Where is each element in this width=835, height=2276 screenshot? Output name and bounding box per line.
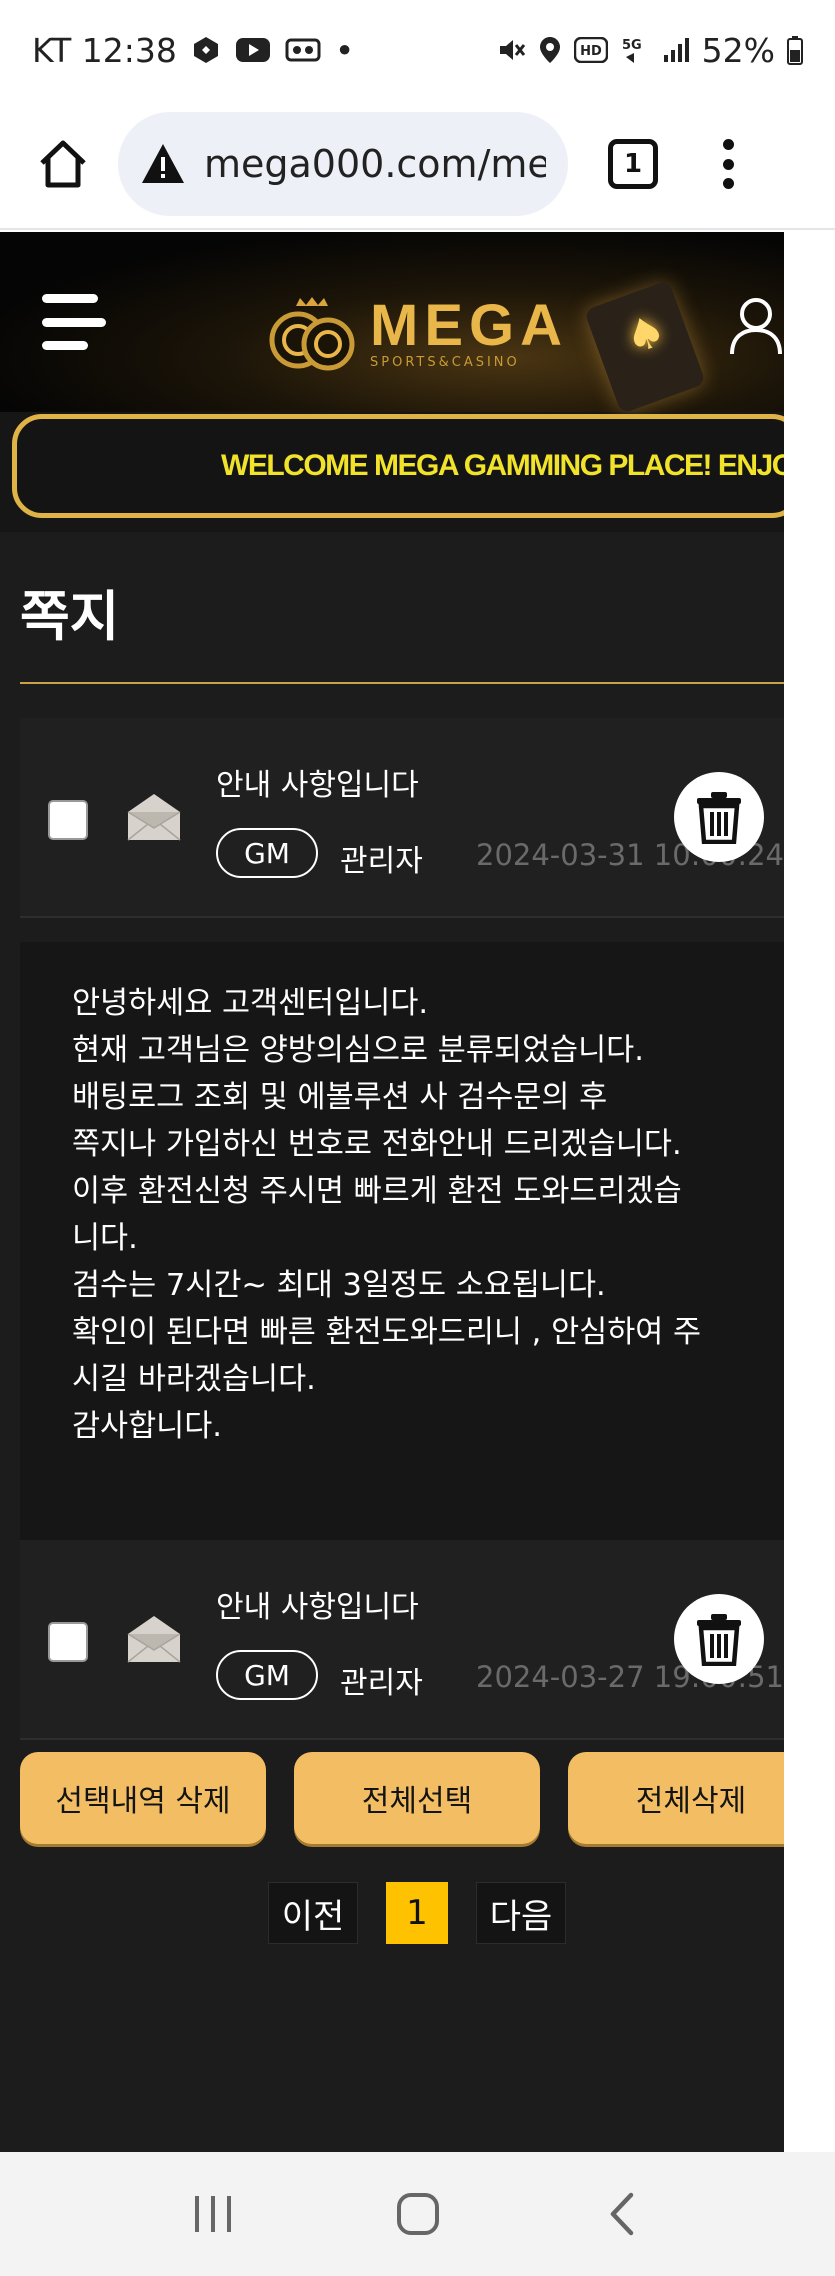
message-sender: 관리자 — [340, 1666, 423, 1701]
hd-icon: HD — [573, 37, 608, 63]
notification-icon — [191, 35, 221, 65]
battery-icon — [787, 35, 803, 65]
message-line: 현재 고객님은 양방의심으로 분류되었습니다. — [72, 1033, 644, 1068]
message-checkbox[interactable] — [48, 1622, 88, 1662]
open-envelope-icon — [127, 794, 181, 841]
home-button[interactable] — [28, 129, 98, 199]
mute-icon — [496, 35, 526, 65]
system-nav-bar — [0, 2152, 835, 2276]
battery-percent: 52% — [701, 30, 775, 70]
message-row[interactable]: 안내 사항입니다 GM 관리자 2024-03-27 19:00:51 — [20, 1540, 784, 1740]
trash-icon — [697, 1614, 741, 1666]
welcome-marquee: WELCOME MEGA GAMMING PLACE! ENJOY — [12, 414, 784, 518]
action-buttons: 선택내역 삭제 전체선택 전체삭제 — [20, 1752, 784, 1847]
status-bar: KT 12:38 • HD 5G 52% — [0, 0, 835, 100]
message-line: 니다. — [72, 1221, 138, 1256]
tab-count: 1 — [623, 149, 643, 179]
next-page-button[interactable]: 다음 — [476, 1882, 566, 1944]
message-line: 배팅로그 조회 및 에볼루션 사 검수문의 후 — [72, 1080, 608, 1115]
status-dot: • — [334, 30, 355, 70]
network-5g-icon: 5G — [620, 35, 650, 65]
cast-icon — [285, 36, 321, 64]
current-page[interactable]: 1 — [386, 1882, 448, 1944]
message-line: 검수는 7시간~ 최대 3일정도 소요됩니다. — [72, 1268, 606, 1303]
card-decoration-icon — [583, 279, 707, 415]
user-account-icon[interactable] — [728, 296, 784, 356]
home-nav-button[interactable] — [388, 2184, 448, 2244]
message-line: 이후 환전신청 주시면 빠르게 환전 도와드리겠습 — [72, 1174, 682, 1209]
message-body: 안녕하세요 고객센터입니다. 현재 고객님은 양방의심으로 분류되었습니다. 배… — [20, 942, 784, 1552]
pagination: 이전 1 다음 — [0, 1882, 784, 1944]
message-sender: 관리자 — [340, 844, 423, 879]
delete-message-button[interactable] — [674, 1594, 764, 1684]
open-envelope-icon — [127, 1616, 181, 1663]
hamburger-menu-button[interactable] — [42, 294, 106, 350]
delete-message-button[interactable] — [674, 772, 764, 862]
prev-page-button[interactable]: 이전 — [268, 1882, 358, 1944]
marquee-text: WELCOME MEGA GAMMING PLACE! ENJOY — [221, 449, 784, 482]
hamburger-line — [42, 294, 98, 303]
site-header: MEGA SPORTS&CASINO — [0, 232, 784, 415]
tab-switcher-button[interactable]: 1 — [608, 139, 658, 189]
menu-dot-icon — [722, 178, 734, 189]
carrier-time: KT 12:38 — [32, 30, 177, 70]
svg-text:HD: HD — [580, 44, 602, 59]
menu-dot-icon — [722, 158, 734, 170]
select-all-button[interactable]: 전체선택 — [294, 1752, 540, 1844]
message-line: 안녕하세요 고객센터입니다. — [72, 986, 429, 1021]
message-line: 시길 바라겠습니다. — [72, 1362, 316, 1397]
signal-icon — [662, 37, 690, 63]
title-divider — [20, 682, 784, 684]
casino-chips-icon — [266, 296, 362, 372]
address-bar[interactable]: mega000.com/mes — [118, 112, 568, 216]
location-icon — [538, 35, 562, 65]
message-row[interactable]: 안내 사항입니다 GM 관리자 2024-03-31 10:00:24 — [20, 718, 784, 918]
menu-dot-icon — [722, 139, 734, 150]
hamburger-line — [42, 341, 88, 350]
message-line: 확인이 된다면 빠른 환전도와드리니 , 안심하여 주 — [72, 1315, 702, 1350]
page-title: 쪽지 — [20, 585, 120, 648]
site-logo[interactable]: MEGA SPORTS&CASINO — [266, 296, 568, 372]
back-button[interactable] — [593, 2184, 653, 2244]
browser-menu-button[interactable] — [718, 139, 738, 189]
page-edge — [784, 232, 835, 2152]
hamburger-line — [42, 317, 106, 327]
svg-text:5G: 5G — [622, 38, 642, 53]
message-checkbox[interactable] — [48, 800, 88, 840]
gm-badge: GM — [216, 828, 318, 878]
message-line: 감사합니다. — [72, 1409, 222, 1444]
browser-toolbar: mega000.com/mes 1 — [0, 100, 835, 230]
trash-icon — [697, 792, 741, 844]
logo-title: MEGA — [370, 292, 568, 358]
gm-badge: GM — [216, 1650, 318, 1700]
delete-all-button[interactable]: 전체삭제 — [568, 1752, 784, 1844]
message-panel: 쪽지 안내 사항입니다 GM 관리자 2024-03-31 10:00:24 안… — [0, 532, 784, 2152]
message-title[interactable]: 안내 사항입니다 — [216, 1582, 419, 1626]
site-viewport: MEGA SPORTS&CASINO WELCOME MEGA GAMMING … — [0, 232, 784, 2152]
recent-apps-button[interactable] — [183, 2184, 243, 2244]
delete-selected-button[interactable]: 선택내역 삭제 — [20, 1752, 266, 1844]
home-square-icon — [396, 2193, 439, 2235]
youtube-icon — [235, 36, 271, 64]
message-content: 안녕하세요 고객센터입니다. 현재 고객님은 양방의심으로 분류되었습니다. 배… — [72, 980, 772, 1450]
recent-apps-icon — [194, 2196, 231, 2232]
message-title[interactable]: 안내 사항입니다 — [216, 760, 419, 804]
warning-icon[interactable] — [140, 141, 186, 187]
message-line: 쪽지나 가입하신 번호로 전화안내 드리겠습니다. — [72, 1127, 682, 1162]
back-chevron-icon — [610, 2192, 633, 2236]
home-icon — [40, 140, 86, 188]
url-text[interactable]: mega000.com/mes — [204, 142, 546, 186]
